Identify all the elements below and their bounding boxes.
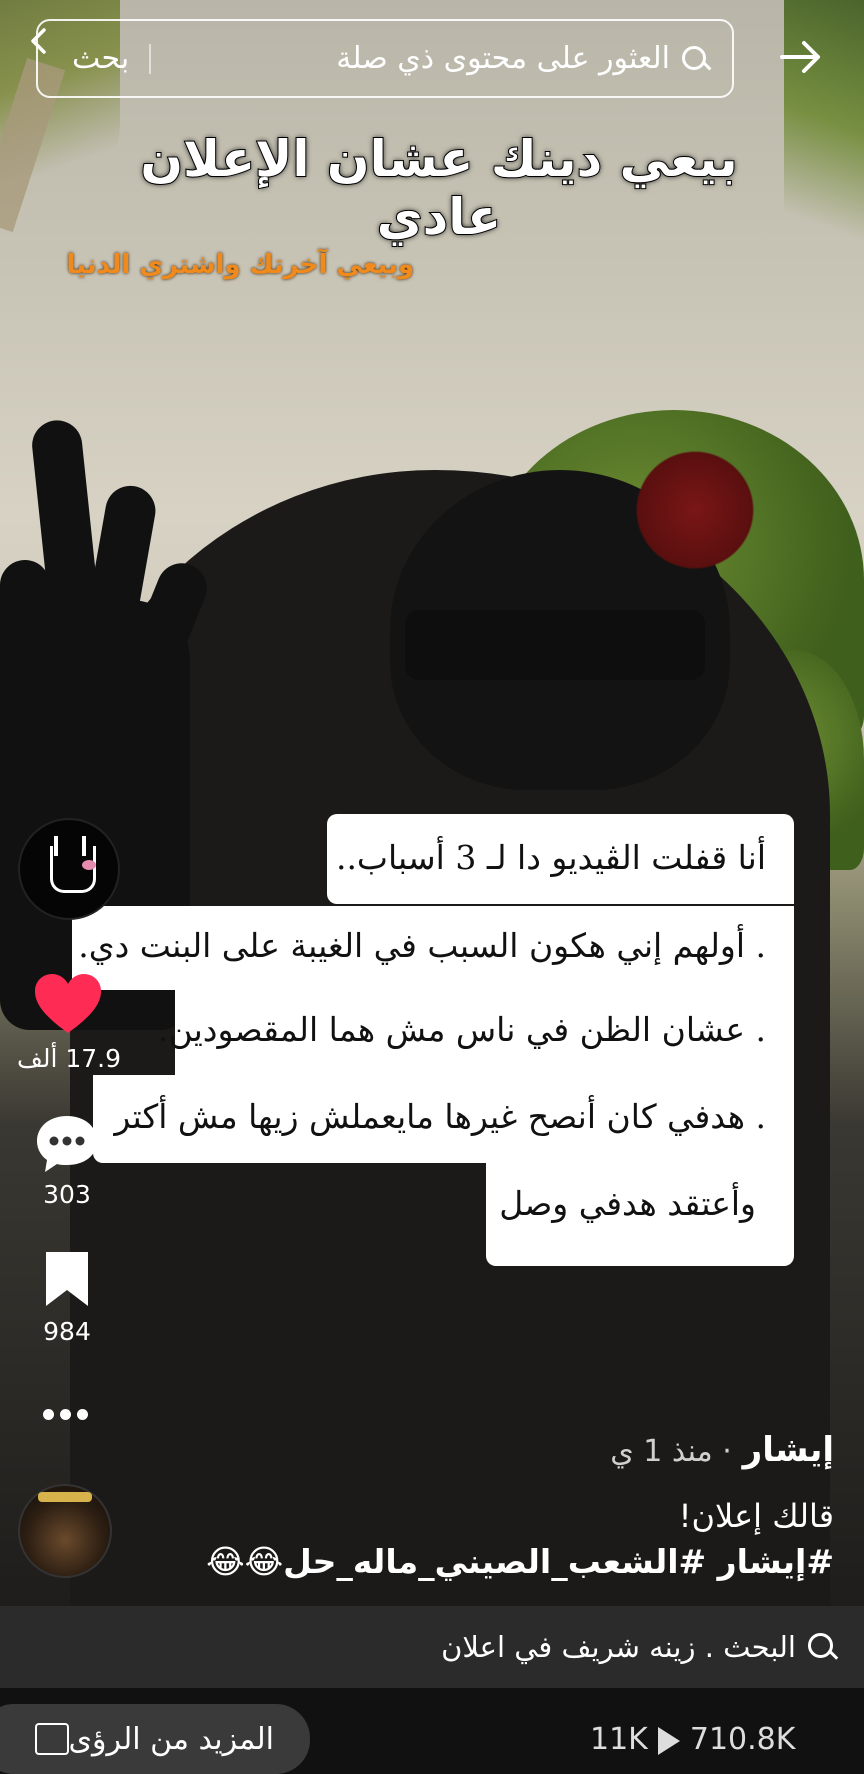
search-icon bbox=[680, 44, 710, 74]
disc-label bbox=[38, 1492, 92, 1502]
more-insights-button[interactable]: المزيد من الرؤى bbox=[0, 1704, 310, 1774]
search-bar[interactable]: العثور على محتوى ذي صلة بحث bbox=[36, 19, 734, 98]
insights-label: المزيد من الرؤى bbox=[68, 1721, 274, 1757]
post-description: قالك إعلان! bbox=[678, 1497, 834, 1535]
related-search-bar[interactable]: البحث . زينه شريف في اعلان bbox=[0, 1606, 864, 1688]
caption-line: أنا قفلت الڤيديو دا لـ 3 أسباب.. bbox=[327, 814, 794, 904]
video-subline: وبيعي آخرتك واشتري الدنيا bbox=[66, 250, 414, 280]
share-count: 11K bbox=[590, 1722, 648, 1757]
post-hashtags[interactable]: #إيشار #الشعب_الصيني_ماله_حل😂😂 bbox=[206, 1542, 834, 1581]
caption-line: . أولهم إني هكون السبب في الغيبة على الب… bbox=[72, 906, 794, 990]
search-input[interactable]: العثور على محتوى ذي صلة bbox=[171, 41, 670, 76]
comment-count: 303 bbox=[43, 1180, 91, 1209]
comment-icon[interactable] bbox=[33, 1112, 101, 1176]
back-arrow-icon[interactable] bbox=[776, 32, 826, 82]
avatar-bow bbox=[82, 860, 96, 870]
bookmark-icon[interactable] bbox=[42, 1248, 92, 1310]
search-divider bbox=[149, 43, 152, 74]
caption-line: . هدفي كان أنصح غيرها مايعملش زيها مش أك… bbox=[93, 1075, 794, 1163]
creator-avatar[interactable] bbox=[18, 818, 120, 920]
video-headline: بيعي دينك عشان الإعلان عادي bbox=[139, 129, 738, 247]
like-count: 17.9 ألف bbox=[16, 1044, 122, 1073]
author-info[interactable]: إيشار · منذ 1 ي bbox=[610, 1430, 834, 1470]
caption-line: . عشان الظن في ناس مش هما المقصودين. bbox=[158, 990, 794, 1076]
search-submit-button[interactable]: بحث bbox=[72, 41, 129, 76]
save-count: 984 bbox=[43, 1317, 91, 1346]
caption-line: وأعتقد هدفي وصل bbox=[486, 1162, 794, 1266]
niqab-band bbox=[405, 610, 705, 680]
search-icon bbox=[806, 1631, 838, 1663]
red-bow bbox=[625, 445, 765, 575]
share-view-stats: 11K 710.8K bbox=[590, 1722, 795, 1757]
chevron-left-icon[interactable] bbox=[24, 26, 54, 56]
like-heart-icon[interactable] bbox=[33, 973, 103, 1035]
music-disc-avatar[interactable] bbox=[18, 1484, 112, 1578]
chart-icon bbox=[34, 1723, 69, 1755]
post-time: · منذ 1 ي bbox=[610, 1434, 732, 1469]
related-search-text[interactable]: البحث . زينه شريف في اعلان bbox=[0, 1630, 796, 1664]
view-count: 710.8K bbox=[689, 1722, 796, 1757]
author-name[interactable]: إيشار bbox=[743, 1430, 834, 1470]
share-arrow-icon bbox=[657, 1726, 680, 1755]
more-options-icon[interactable] bbox=[40, 1405, 96, 1425]
